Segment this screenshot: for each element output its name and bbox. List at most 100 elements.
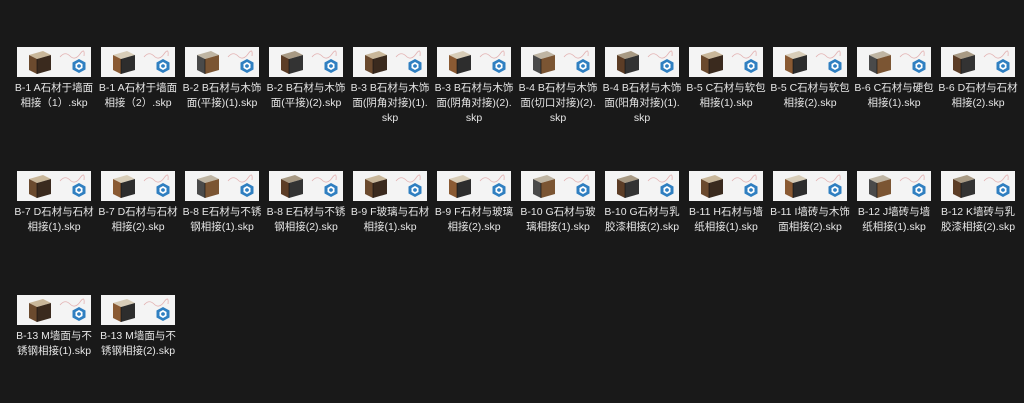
file-thumbnail: [437, 47, 511, 77]
file-name-label: B-13 M墙面与不锈钢相接(2).skp: [100, 330, 176, 357]
sketchup-file-icon: [492, 183, 506, 197]
sketchup-file-icon: [324, 59, 338, 73]
file-name-label: B-4 B石材与木饰面(切口对接)(2).skp: [518, 82, 598, 124]
file-grid: B-1 A石材于墙面相接（1）.skp B-1 A石材于墙面相接（2）.skp B-…: [0, 0, 1024, 403]
file-item[interactable]: B-8 E石材与不锈钢相接(2).skp: [267, 171, 345, 235]
sketchup-file-icon: [72, 59, 86, 73]
file-thumbnail: [521, 171, 595, 201]
sketchup-file-icon: [324, 183, 338, 197]
file-name-label: B-4 B石材与木饰面(阳角对接)(1).skp: [602, 82, 682, 124]
file-thumbnail: [101, 47, 175, 77]
file-item[interactable]: B-10 G石材与玻璃相接(1).skp: [519, 171, 597, 235]
model-preview-icon: [785, 175, 807, 198]
model-preview-icon: [281, 51, 303, 74]
sketchup-file-icon: [828, 59, 842, 73]
model-preview-icon: [197, 175, 219, 198]
sketchup-file-icon: [996, 183, 1010, 197]
file-thumbnail: [185, 171, 259, 201]
model-preview-icon: [365, 51, 387, 74]
file-thumbnail: [605, 171, 679, 201]
file-name-label: B-1 A石材于墙面相接（1）.skp: [14, 82, 94, 109]
file-thumbnail: [773, 171, 847, 201]
sketchup-file-icon: [72, 183, 86, 197]
file-item[interactable]: B-11 H石材与墙纸相接(1).skp: [687, 171, 765, 235]
file-item[interactable]: B-6 D石材与石材相接(2).skp: [938, 47, 1018, 111]
sketchup-file-icon: [408, 183, 422, 197]
sketchup-file-icon: [744, 59, 758, 73]
sketchup-file-icon: [744, 183, 758, 197]
model-preview-icon: [869, 51, 891, 74]
file-item[interactable]: B-3 B石材与木饰面(阴角对接)(2).skp: [435, 47, 513, 126]
sketchup-file-icon: [576, 183, 590, 197]
file-thumbnail: [17, 295, 91, 325]
sketchup-file-icon: [156, 59, 170, 73]
file-thumbnail: [689, 47, 763, 77]
file-name-label: B-1 A石材于墙面相接（2）.skp: [98, 82, 178, 109]
file-name-label: B-13 M墙面与不锈钢相接(1).skp: [16, 330, 92, 357]
model-preview-icon: [281, 175, 303, 198]
file-item[interactable]: B-12 J墙砖与墙纸相接(1).skp: [855, 171, 933, 235]
sketchup-file-icon: [156, 183, 170, 197]
file-name-label: B-2 B石材与木饰面(平接)(2).skp: [266, 82, 346, 109]
model-preview-icon: [617, 175, 639, 198]
file-thumbnail: [353, 47, 427, 77]
file-name-label: B-9 F石材与玻璃相接(2).skp: [434, 206, 514, 233]
file-item[interactable]: B-7 D石材与石材相接(2).skp: [98, 171, 178, 235]
file-name-label: B-5 C石材与软包相接(2).skp: [770, 82, 850, 109]
model-preview-icon: [785, 51, 807, 74]
file-item[interactable]: B-8 E石材与不锈钢相接(1).skp: [183, 171, 261, 235]
sketchup-file-icon: [660, 183, 674, 197]
file-item[interactable]: B-4 B石材与木饰面(切口对接)(2).skp: [519, 47, 597, 126]
file-thumbnail: [353, 171, 427, 201]
file-name-label: B-3 B石材与木饰面(阴角对接)(2).skp: [434, 82, 514, 124]
model-preview-icon: [701, 175, 723, 198]
file-item[interactable]: B-12 K墙砖与乳胶漆相接(2).skp: [939, 171, 1017, 235]
file-name-label: B-12 K墙砖与乳胶漆相接(2).skp: [940, 206, 1016, 233]
file-thumbnail: [269, 47, 343, 77]
sketchup-file-icon: [912, 183, 926, 197]
file-item[interactable]: B-2 B石材与木饰面(平接)(1).skp: [183, 47, 261, 111]
file-item[interactable]: B-1 A石材于墙面相接（2）.skp: [99, 47, 177, 111]
file-item[interactable]: B-5 C石材与软包相接(2).skp: [770, 47, 850, 111]
file-thumbnail: [101, 171, 175, 201]
file-name-label: B-3 B石材与木饰面(阴角对接)(1).skp: [350, 82, 430, 124]
file-thumbnail: [857, 47, 931, 77]
file-item[interactable]: B-2 B石材与木饰面(平接)(2).skp: [267, 47, 345, 111]
model-preview-icon: [113, 51, 135, 74]
file-item[interactable]: B-10 G石材与乳胶漆相接(2).skp: [603, 171, 681, 235]
file-name-label: B-8 E石材与不锈钢相接(2).skp: [266, 206, 346, 233]
file-thumbnail: [437, 171, 511, 201]
file-name-label: B-12 J墙砖与墙纸相接(1).skp: [857, 206, 931, 233]
sketchup-file-icon: [240, 183, 254, 197]
file-item[interactable]: B-9 F石材与玻璃相接(2).skp: [435, 171, 513, 235]
sketchup-file-icon: [492, 59, 506, 73]
file-name-label: B-11 I墙砖与木饰面相接(2).skp: [770, 206, 850, 233]
file-thumbnail: [773, 47, 847, 77]
file-item[interactable]: B-9 F玻璃与石材相接(1).skp: [351, 171, 429, 235]
file-item[interactable]: B-1 A石材于墙面相接（1）.skp: [15, 47, 93, 111]
model-preview-icon: [953, 175, 975, 198]
file-item[interactable]: B-13 M墙面与不锈钢相接(1).skp: [15, 295, 93, 359]
file-name-label: B-9 F玻璃与石材相接(1).skp: [350, 206, 430, 233]
file-thumbnail: [17, 171, 91, 201]
file-item[interactable]: B-7 D石材与石材相接(1).skp: [14, 171, 94, 235]
file-item[interactable]: B-3 B石材与木饰面(阴角对接)(1).skp: [351, 47, 429, 126]
file-thumbnail: [185, 47, 259, 77]
file-name-label: B-8 E石材与不锈钢相接(1).skp: [182, 206, 262, 233]
sketchup-file-icon: [240, 59, 254, 73]
file-item[interactable]: B-6 C石材与硬包相接(1).skp: [854, 47, 934, 111]
file-thumbnail: [101, 295, 175, 325]
sketchup-file-icon: [408, 59, 422, 73]
file-item[interactable]: B-5 C石材与软包相接(1).skp: [686, 47, 766, 111]
file-item[interactable]: B-13 M墙面与不锈钢相接(2).skp: [99, 295, 177, 359]
file-name-label: B-10 G石材与玻璃相接(1).skp: [520, 206, 596, 233]
file-item[interactable]: B-11 I墙砖与木饰面相接(2).skp: [770, 171, 850, 235]
file-name-label: B-10 G石材与乳胶漆相接(2).skp: [604, 206, 680, 233]
sketchup-file-icon: [912, 59, 926, 73]
model-preview-icon: [449, 175, 471, 198]
file-item[interactable]: B-4 B石材与木饰面(阳角对接)(1).skp: [603, 47, 681, 126]
file-name-label: B-2 B石材与木饰面(平接)(1).skp: [182, 82, 262, 109]
model-preview-icon: [533, 51, 555, 74]
model-preview-icon: [869, 175, 891, 198]
model-preview-icon: [533, 175, 555, 198]
